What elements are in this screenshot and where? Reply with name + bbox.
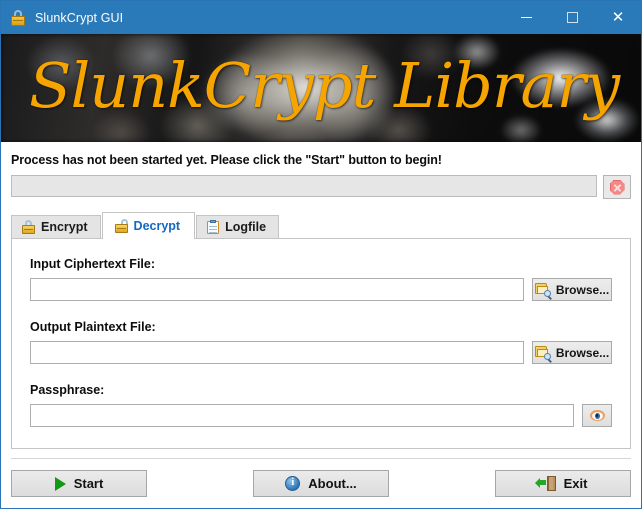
info-circle-icon [285, 476, 301, 491]
input-file-label: Input Ciphertext File: [30, 257, 155, 271]
passphrase-row [30, 404, 612, 427]
action-button-row: Start About... Exit [11, 459, 631, 508]
stop-octagon-x-icon [609, 179, 625, 195]
close-icon: ✕ [611, 8, 625, 26]
close-button[interactable]: ✕ [595, 1, 641, 34]
output-file-label: Output Plaintext File: [30, 320, 156, 334]
exit-button-label: Exit [563, 476, 588, 491]
padlock-open-icon [114, 218, 128, 233]
folder-search-icon [534, 283, 552, 300]
footer: Start About... Exit [1, 449, 641, 508]
tab-strip: Encrypt Decrypt Logfile [11, 212, 631, 239]
about-button[interactable]: About... [253, 470, 389, 497]
output-plaintext-file-input[interactable] [30, 341, 524, 364]
banner-title: SlunkCrypt Library [29, 49, 620, 122]
maximize-button[interactable] [549, 1, 595, 34]
eye-icon [589, 410, 605, 421]
title-bar: SlunkCrypt GUI ✕ [1, 1, 641, 34]
window-controls: ✕ [503, 1, 641, 34]
tab-encrypt-label: Encrypt [41, 220, 88, 234]
browse-output-file-button[interactable]: Browse... [532, 341, 612, 364]
stop-button[interactable] [603, 175, 631, 199]
tab-decrypt-label: Decrypt [133, 218, 181, 233]
passphrase-input[interactable] [30, 404, 574, 427]
main-content: Process has not been started yet. Please… [1, 142, 641, 449]
maximize-icon [566, 12, 578, 23]
tab-decrypt[interactable]: Decrypt [101, 212, 196, 239]
status-message: Process has not been started yet. Please… [11, 153, 442, 167]
padlock-closed-icon [22, 220, 35, 234]
banner: SlunkCrypt Library [1, 34, 641, 142]
progress-row [11, 175, 631, 199]
exit-button[interactable]: Exit [495, 470, 631, 497]
minimize-button[interactable] [503, 1, 549, 34]
about-button-label: About... [308, 476, 357, 491]
application-window: SlunkCrypt GUI ✕ SlunkCrypt Library Proc… [0, 0, 642, 509]
start-button[interactable]: Start [11, 470, 147, 497]
window-title: SlunkCrypt GUI [35, 10, 124, 25]
input-file-row: Browse... [30, 278, 612, 301]
tab-panel-decrypt: Input Ciphertext File: Browse... Output … [11, 238, 631, 449]
progress-bar [11, 175, 597, 197]
browse-input-file-label: Browse... [555, 282, 610, 297]
reveal-passphrase-button[interactable] [582, 404, 612, 427]
browse-input-file-button[interactable]: Browse... [532, 278, 612, 301]
start-button-label: Start [73, 476, 104, 491]
minimize-icon [520, 17, 532, 18]
tab-logfile[interactable]: Logfile [196, 215, 280, 238]
clipboard-icon [207, 220, 220, 234]
tab-logfile-label: Logfile [225, 220, 267, 234]
input-ciphertext-file-input[interactable] [30, 278, 524, 301]
output-file-row: Browse... [30, 341, 612, 364]
folder-search-icon [534, 346, 552, 363]
padlock-icon [10, 9, 26, 26]
browse-output-file-label: Browse... [555, 345, 610, 360]
passphrase-label: Passphrase: [30, 383, 105, 397]
tab-encrypt[interactable]: Encrypt [11, 215, 101, 238]
exit-door-icon [534, 476, 556, 491]
play-triangle-icon [54, 476, 66, 491]
